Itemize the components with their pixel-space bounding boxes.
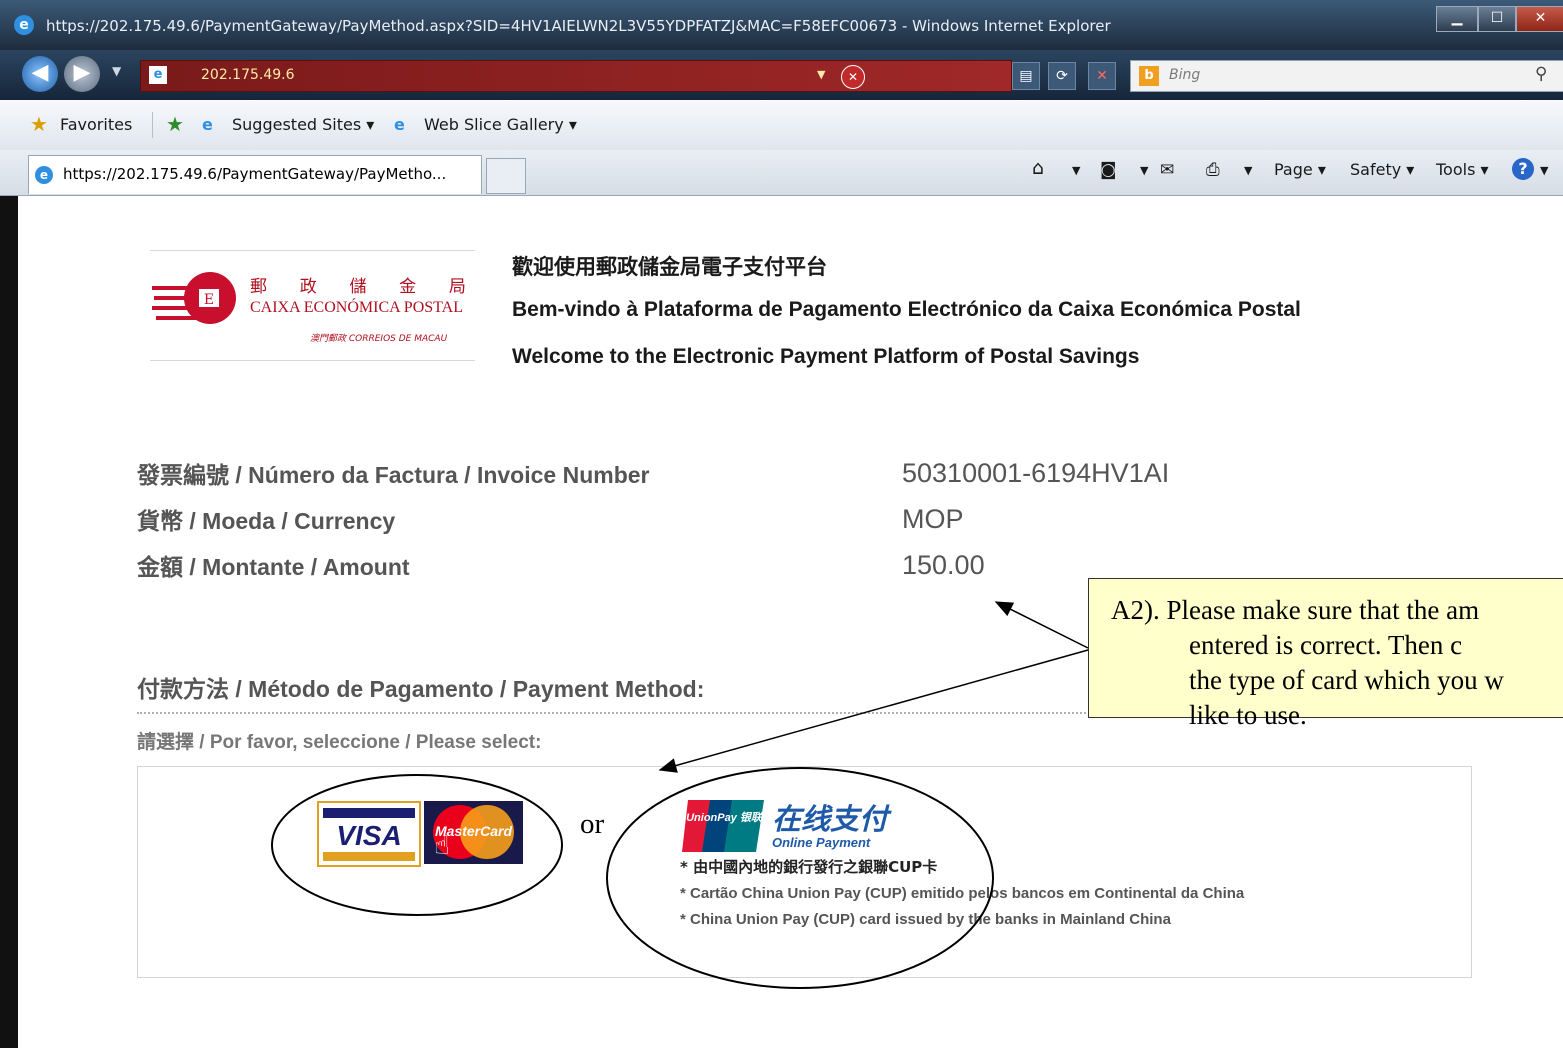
annotation-overlay [271,601,1089,989]
callout-line-1: A2). Please make sure that the am [1111,595,1480,625]
callout-line-2: entered is correct. Then c [1189,630,1463,660]
cards-circle [271,774,563,916]
callout-line-4: like to use. [1189,700,1307,730]
unionpay-circle [606,767,994,989]
callout-line-3: the type of card which you w [1189,665,1504,695]
arrow-to-payment [658,649,1089,773]
arrow-to-amount [994,601,1089,649]
instruction-callout: A2). Please make sure that the am entere… [1088,578,1563,730]
